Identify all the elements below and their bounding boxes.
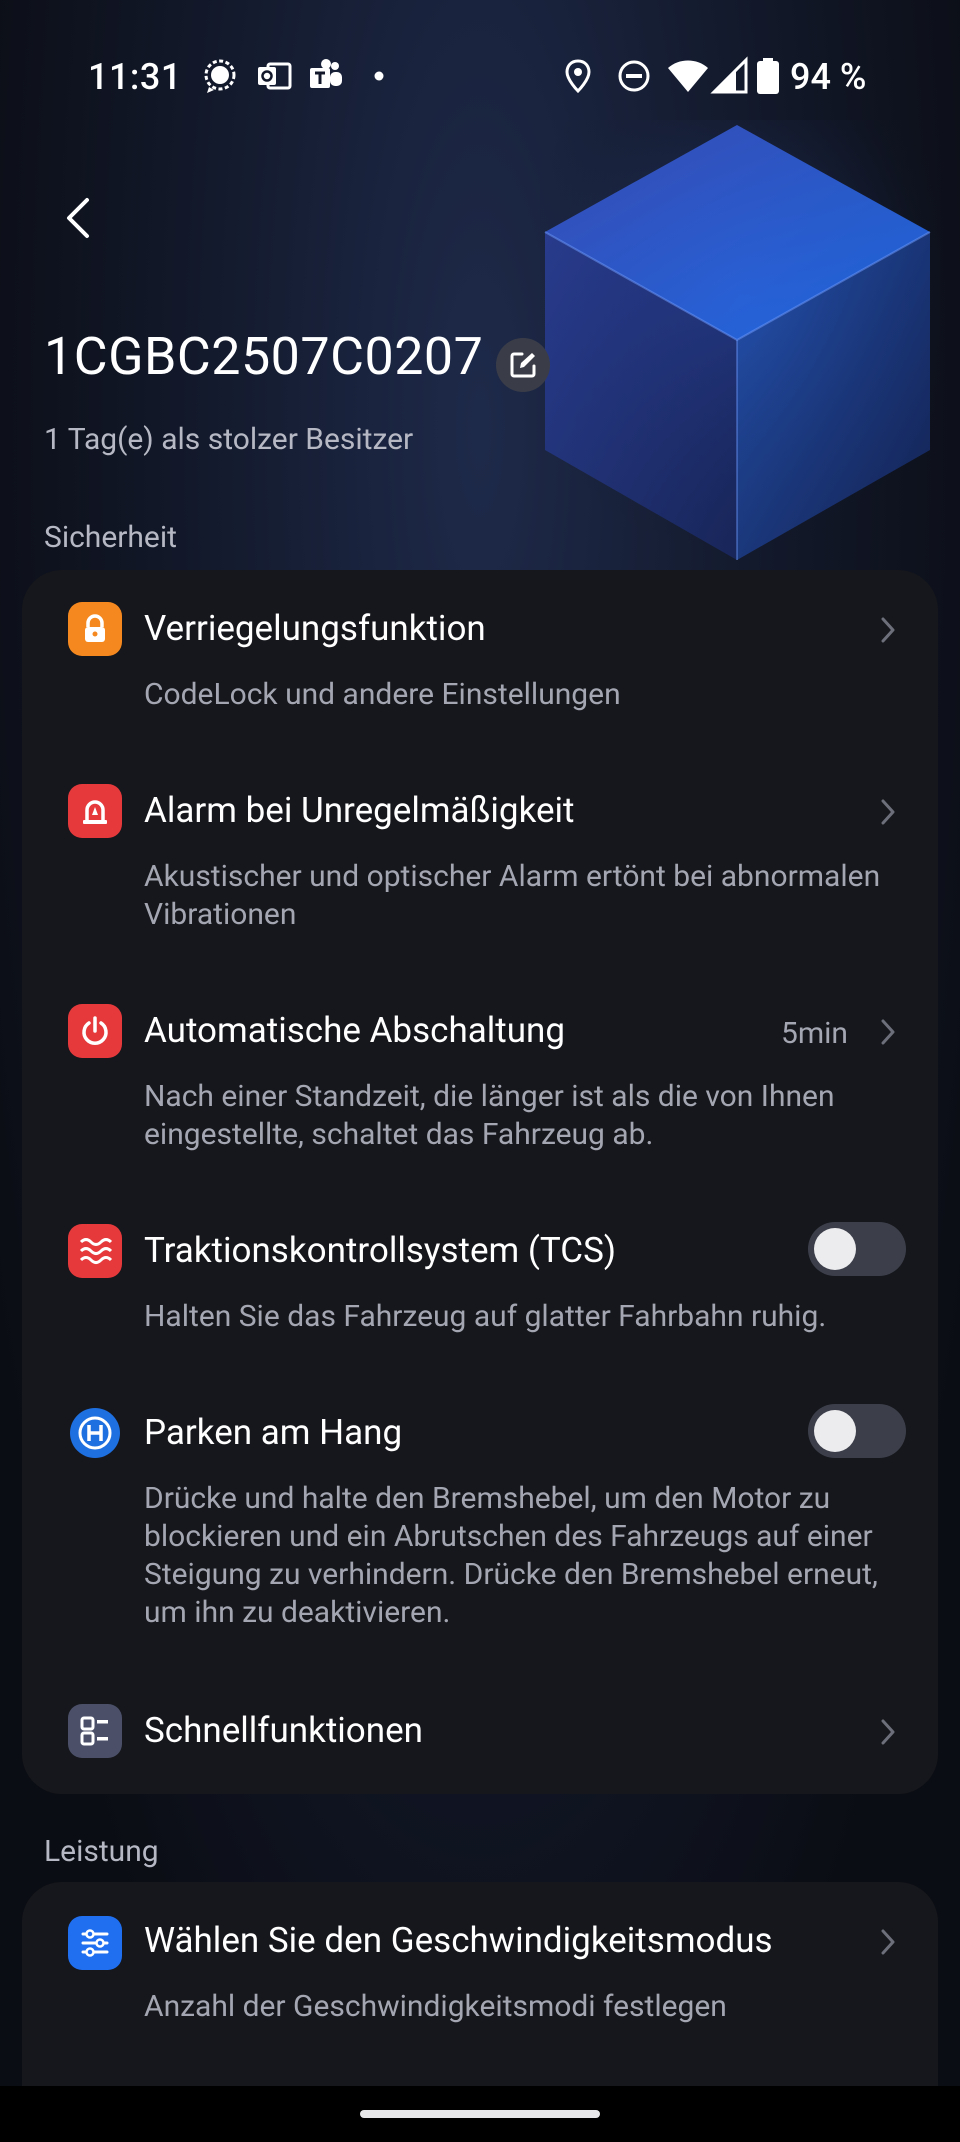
item-title: Alarm bei Unregelmäßigkeit [144, 790, 575, 831]
home-indicator[interactable] [360, 2110, 600, 2118]
item-description: Anzahl der Geschwindigkeitsmodi festlege… [144, 1989, 727, 2024]
item-title: Parken am Hang [144, 1412, 403, 1453]
signal-messenger-icon [204, 59, 236, 93]
quick-functions-icon [68, 1704, 122, 1758]
list-item-hill-hold: Parken am Hang Drücke und halte den Brem… [22, 1374, 938, 1670]
traction-icon [68, 1224, 122, 1278]
sliders-icon [68, 1916, 122, 1970]
item-description: Nach einer Standzeit, die länger ist als… [144, 1079, 835, 1152]
teams-icon [310, 59, 342, 88]
lock-icon [68, 602, 122, 656]
list-item-quick-functions[interactable]: Schnellfunktionen [22, 1670, 938, 1794]
item-description: CodeLock und andere Einstellungen [144, 677, 621, 712]
power-icon [68, 1004, 122, 1058]
chevron-right-icon [876, 794, 900, 830]
section-label-performance: Leistung [44, 1834, 159, 1869]
chevron-right-icon [876, 612, 900, 648]
back-button[interactable] [50, 190, 106, 246]
item-description: Drücke und halte den Bremshebel, um den … [144, 1481, 878, 1630]
toggle-knob [814, 1228, 856, 1270]
device-name: 1CGBC2507C0207 [44, 326, 484, 387]
section-label-security: Sicherheit [44, 520, 177, 555]
toggle-knob [814, 1410, 856, 1452]
status-time: 11:31 [88, 56, 182, 98]
device-cube-illustration [540, 120, 940, 560]
list-item-speed-mode[interactable]: Wählen Sie den Geschwindigkeitsmodus Anz… [22, 1882, 938, 2064]
cellular-icon [710, 56, 748, 94]
location-icon [565, 59, 591, 94]
dot-icon [374, 71, 384, 81]
hill-hold-icon [68, 1406, 122, 1460]
alarm-icon [68, 784, 122, 838]
list-item-lock-function[interactable]: Verriegelungsfunktion CodeLock und ander… [22, 570, 938, 752]
item-description: Halten Sie das Fahrzeug auf glatter Fahr… [144, 1299, 827, 1334]
chevron-right-icon [876, 1714, 900, 1750]
outlook-icon [258, 62, 292, 90]
item-title: Schnellfunktionen [144, 1710, 423, 1751]
owner-duration-text: 1 Tag(e) als stolzer Besitzer [44, 422, 414, 457]
chevron-left-icon [67, 198, 89, 238]
item-title: Wählen Sie den Geschwindigkeitsmodus [144, 1920, 773, 1961]
item-description: Akustischer und optischer Alarm ertönt b… [144, 859, 881, 932]
security-card: Verriegelungsfunktion CodeLock und ander… [22, 570, 938, 1794]
tcs-toggle[interactable] [808, 1222, 906, 1276]
item-title: Automatische Abschaltung [144, 1010, 566, 1051]
battery-icon [757, 58, 779, 94]
list-item-anomaly-alarm[interactable]: Alarm bei Unregelmäßigkeit Akustischer u… [22, 752, 938, 972]
item-title: Verriegelungsfunktion [144, 608, 486, 649]
wifi-icon [668, 60, 708, 92]
item-title: Traktionskontrollsystem (TCS) [144, 1230, 617, 1271]
hill-hold-toggle[interactable] [808, 1404, 906, 1458]
edit-name-button[interactable] [496, 338, 550, 392]
edit-icon [510, 352, 536, 378]
chevron-right-icon [876, 1924, 900, 1960]
battery-percentage: 94 % [790, 56, 867, 98]
list-item-auto-shutdown[interactable]: Automatische Abschaltung 5min Nach einer… [22, 972, 938, 1192]
list-item-traction-control: Traktionskontrollsystem (TCS) Halten Sie… [22, 1192, 938, 1374]
do-not-disturb-icon [618, 60, 650, 92]
auto-shutdown-value: 5min [780, 1016, 848, 1051]
chevron-right-icon [876, 1014, 900, 1050]
